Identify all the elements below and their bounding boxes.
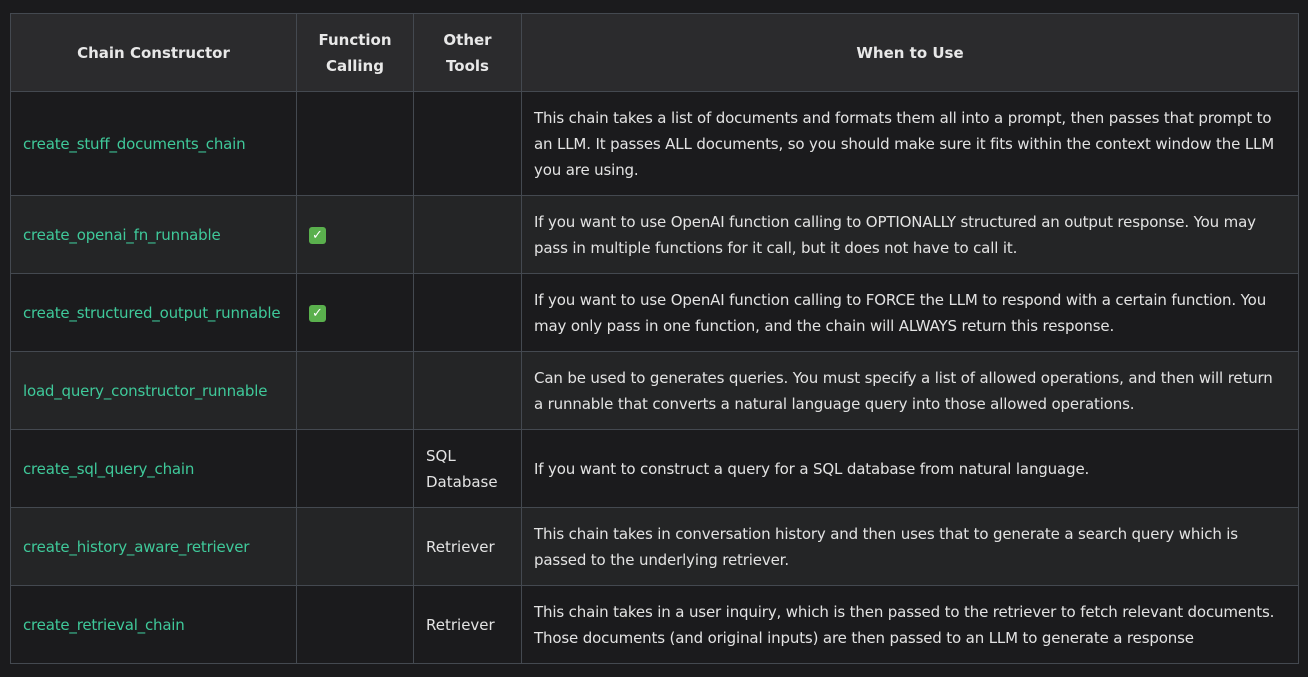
check-mark-icon: ✓	[309, 304, 326, 322]
table-row: create_openai_fn_runnable ✓ If you want …	[10, 195, 1299, 274]
constructor-cell: create_history_aware_retriever	[10, 507, 297, 586]
other-tools-cell	[413, 351, 522, 430]
function-calling-cell	[296, 429, 414, 508]
constructor-cell: create_sql_query_chain	[10, 429, 297, 508]
table-row: load_query_constructor_runnable Can be u…	[10, 351, 1299, 430]
header-function-calling: Function Calling	[296, 13, 414, 92]
other-tools-cell	[413, 195, 522, 274]
function-calling-cell	[296, 585, 414, 664]
table-row: create_structured_output_runnable ✓ If y…	[10, 273, 1299, 352]
when-to-use-cell: Can be used to generates queries. You mu…	[521, 351, 1299, 430]
chain-constructor-table: Chain Constructor Function Calling Other…	[10, 13, 1299, 664]
table-row: create_history_aware_retriever Retriever…	[10, 507, 1299, 586]
header-when-to-use: When to Use	[521, 13, 1299, 92]
table-row: create_stuff_documents_chain This chain …	[10, 91, 1299, 196]
when-to-use-cell: This chain takes in a user inquiry, whic…	[521, 585, 1299, 664]
constructor-cell: create_openai_fn_runnable	[10, 195, 297, 274]
function-calling-cell: ✓	[296, 195, 414, 274]
function-calling-cell	[296, 91, 414, 196]
constructor-cell: create_retrieval_chain	[10, 585, 297, 664]
check-mark-icon: ✓	[309, 226, 326, 244]
constructor-cell: create_stuff_documents_chain	[10, 91, 297, 196]
header-chain-constructor: Chain Constructor	[10, 13, 297, 92]
constructor-cell: create_structured_output_runnable	[10, 273, 297, 352]
when-to-use-cell: If you want to construct a query for a S…	[521, 429, 1299, 508]
table-header-row: Chain Constructor Function Calling Other…	[10, 13, 1299, 92]
other-tools-cell	[413, 273, 522, 352]
function-calling-cell	[296, 351, 414, 430]
table-row: create_sql_query_chain SQL Database If y…	[10, 429, 1299, 508]
when-to-use-cell: If you want to use OpenAI function calli…	[521, 195, 1299, 274]
function-calling-cell: ✓	[296, 273, 414, 352]
when-to-use-cell: If you want to use OpenAI function calli…	[521, 273, 1299, 352]
header-other-tools: Other Tools	[413, 13, 522, 92]
function-calling-cell	[296, 507, 414, 586]
when-to-use-cell: This chain takes in conversation history…	[521, 507, 1299, 586]
constructor-cell: load_query_constructor_runnable	[10, 351, 297, 430]
other-tools-cell: Retriever	[413, 585, 522, 664]
other-tools-cell: Retriever	[413, 507, 522, 586]
when-to-use-cell: This chain takes a list of documents and…	[521, 91, 1299, 196]
table-container: Chain Constructor Function Calling Other…	[10, 13, 1299, 664]
table-row: create_retrieval_chain Retriever This ch…	[10, 585, 1299, 664]
other-tools-cell: SQL Database	[413, 429, 522, 508]
other-tools-cell	[413, 91, 522, 196]
